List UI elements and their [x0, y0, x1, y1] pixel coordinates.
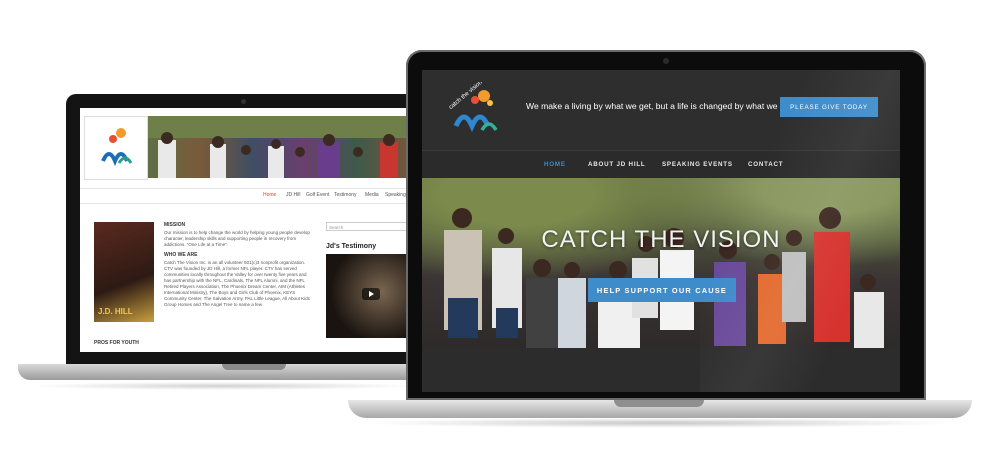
- left-site-header: [80, 108, 420, 180]
- left-nav-testimony[interactable]: Testimony: [334, 192, 357, 198]
- who-we-are-heading: WHO WE ARE: [164, 252, 198, 258]
- please-give-today-button[interactable]: PLEASE GIVE TODAY: [780, 97, 878, 117]
- hero-title: CATCH THE VISION: [541, 226, 781, 253]
- logo-icon: [101, 128, 133, 167]
- hero-section: CATCH THE VISION HELP SUPPORT OUR CAUSE: [422, 178, 900, 348]
- left-site-nav: Home JD Hill Golf Event Testimony Media …: [80, 188, 420, 204]
- left-laptop-screen: Home JD Hill Golf Event Testimony Media …: [80, 108, 420, 352]
- left-nav-speaking[interactable]: Speaking: [385, 192, 406, 198]
- pros-for-youth-heading: PROS FOR YOUTH: [94, 340, 139, 346]
- site-tagline: We make a living by what we get, but a l…: [526, 101, 799, 111]
- jd-hill-book-cover: J.D. HILL: [94, 222, 154, 322]
- nav-contact[interactable]: CONTACT: [748, 161, 783, 168]
- left-laptop-shadow: [28, 382, 418, 390]
- sidebar-search-input[interactable]: Search: [326, 222, 412, 231]
- mission-heading: MISSION: [164, 222, 186, 228]
- left-site-content: MISSION Our mission is to help change th…: [164, 222, 314, 312]
- left-nav-golf-event[interactable]: Golf Event: [306, 192, 329, 198]
- right-laptop-screen: catch the vision We make a living by wha…: [422, 70, 900, 392]
- left-nav-jd-hill[interactable]: JD Hill: [286, 192, 300, 198]
- left-laptop-notch: [222, 364, 286, 370]
- hero-group-photo-image: [444, 207, 884, 348]
- help-support-our-cause-button[interactable]: HELP SUPPORT OUR CAUSE: [588, 278, 736, 302]
- left-laptop-base: [18, 364, 418, 380]
- nav-speaking-events[interactable]: SPEAKING EVENTS: [662, 161, 733, 168]
- left-site-logo[interactable]: [84, 116, 148, 180]
- right-laptop-notch: [614, 400, 704, 407]
- right-laptop-shadow: [360, 418, 960, 428]
- left-nav-home[interactable]: Home: [263, 192, 276, 198]
- testimony-video[interactable]: [326, 254, 418, 338]
- left-laptop: Home JD Hill Golf Event Testimony Media …: [0, 0, 420, 400]
- below-hero-section: [422, 348, 900, 392]
- play-icon[interactable]: [362, 288, 380, 300]
- left-laptop-camera: [241, 99, 246, 104]
- group-photo-image: [148, 116, 408, 178]
- catch-the-vision-logo-icon: catch the vision: [448, 80, 498, 133]
- mission-text: Our mission is to help change the world …: [164, 230, 310, 247]
- who-we-are-text: Catch The Vision Inc. is an all voluntee…: [164, 260, 310, 307]
- right-site-logo[interactable]: catch the vision: [444, 80, 504, 138]
- right-site-header: catch the vision We make a living by wha…: [422, 70, 900, 150]
- nav-home[interactable]: HOME: [544, 161, 566, 168]
- book-title: J.D. HILL: [98, 307, 133, 316]
- right-site-nav: HOME ABOUT JD HILL SPEAKING EVENTS CONTA…: [422, 150, 900, 180]
- right-laptop-camera: [663, 58, 669, 64]
- left-nav-media[interactable]: Media: [365, 192, 379, 198]
- left-site-banner-photo: [148, 116, 408, 178]
- nav-about-jd-hill[interactable]: ABOUT JD HILL: [588, 161, 646, 168]
